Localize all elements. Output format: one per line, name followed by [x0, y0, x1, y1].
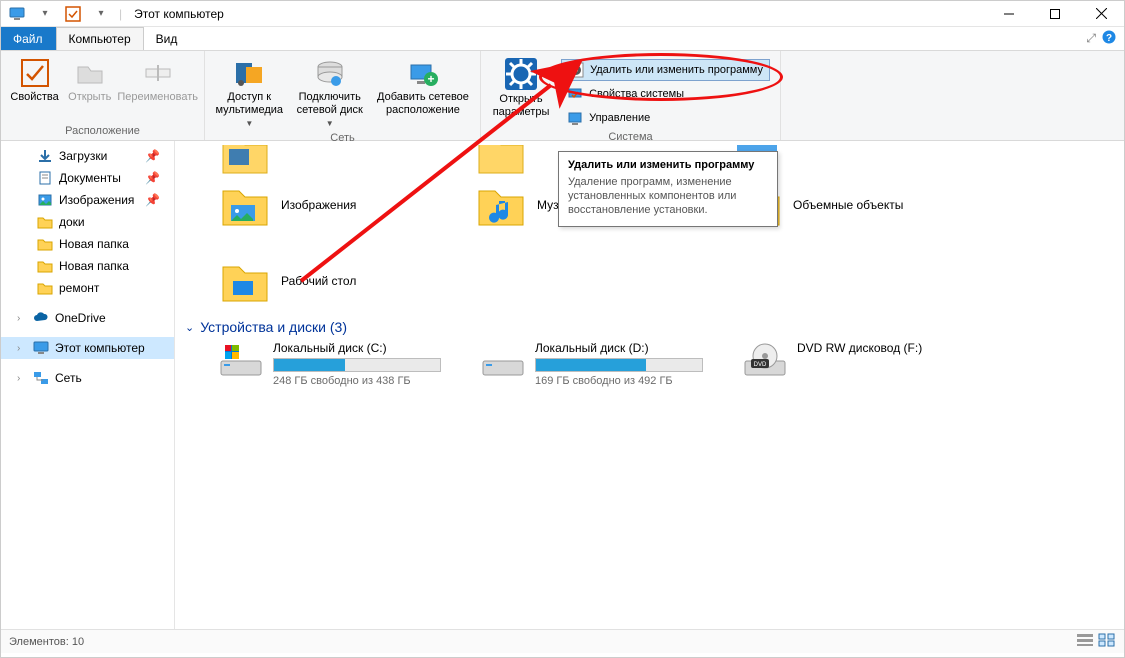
manage-button[interactable]: Управление [561, 107, 770, 129]
ribbon-tabs: Файл Компьютер Вид ⤢ ? [1, 27, 1124, 51]
nav-network[interactable]: › Сеть [1, 367, 174, 389]
nav-pictures[interactable]: Изображения 📌 [1, 189, 174, 211]
folder-pictures-label: Изображения [281, 198, 356, 212]
nav-pictures-label: Изображения [59, 193, 134, 207]
separator: | [119, 7, 122, 21]
qat-dropdown-2[interactable]: ▾ [89, 3, 113, 25]
nav-documents[interactable]: Документы 📌 [1, 167, 174, 189]
nav-doki-label: доки [59, 215, 85, 229]
add-net-location-label: Добавить сетевое расположение [377, 91, 469, 117]
titlebar: ▾ ▾ | Этот компьютер [1, 1, 1124, 27]
nav-new-folder-1[interactable]: Новая папка [1, 233, 174, 255]
drive-d-usage-bar [535, 358, 703, 372]
window-title: Этот компьютер [134, 7, 224, 21]
open-label: Открыть [68, 91, 111, 104]
pin-icon: 📌 [145, 149, 160, 163]
open-button: Открыть [62, 55, 117, 104]
nav-this-pc-label: Этот компьютер [55, 341, 145, 355]
section-devices-label: Устройства и диски (3) [200, 319, 347, 335]
add-network-location-button[interactable]: + Добавить сетевое расположение [372, 55, 474, 117]
qat-dropdown[interactable]: ▾ [33, 3, 57, 25]
details-view-icon[interactable] [1076, 633, 1094, 650]
nav-doki[interactable]: доки [1, 211, 174, 233]
nav-this-pc[interactable]: › Этот компьютер [1, 337, 174, 359]
pin-icon: 📌 [145, 171, 160, 185]
folder-desktop-label: Рабочий стол [281, 274, 356, 288]
chevron-right-icon: › [17, 343, 27, 354]
nav-new-folder-2[interactable]: Новая папка [1, 255, 174, 277]
manage-label: Управление [589, 112, 650, 124]
map-drive-button[interactable]: Подключить сетевой диск ▼ [288, 55, 372, 130]
rename-button: Переименовать [117, 55, 198, 104]
drive-d[interactable]: Локальный диск (D:) 169 ГБ свободно из 4… [481, 341, 717, 387]
nav-new-folder-1-label: Новая папка [59, 237, 129, 251]
minimize-ribbon-icon[interactable]: ⤢ [1086, 31, 1096, 46]
rename-label: Переименовать [117, 91, 198, 104]
qat-properties-icon[interactable] [61, 3, 85, 25]
tooltip-body: Удаление программ, изменение установленн… [568, 175, 768, 217]
status-item-count: Элементов: 10 [9, 636, 84, 648]
section-devices-drives[interactable]: ⌄ Устройства и диски (3) [185, 319, 1114, 335]
nav-remont-label: ремонт [59, 281, 99, 295]
drive-c-usage-bar [273, 358, 441, 372]
svg-text:+: + [427, 72, 434, 86]
folder-pictures[interactable]: Изображения [219, 179, 449, 231]
drive-d-subtext: 169 ГБ свободно из 492 ГБ [535, 375, 703, 387]
folder-item[interactable] [219, 145, 449, 179]
open-settings-button[interactable]: Открыть параметры [487, 55, 555, 119]
properties-label: Свойства [10, 91, 58, 104]
nav-onedrive-label: OneDrive [55, 311, 106, 325]
uninstall-program-button[interactable]: Удалить или изменить программу [561, 59, 770, 81]
drive-d-label: Локальный диск (D:) [535, 341, 703, 355]
nav-documents-label: Документы [59, 171, 121, 185]
chevron-right-icon: › [17, 313, 27, 324]
media-access-button[interactable]: Доступ к мультимедиа ▼ [211, 55, 288, 130]
drive-dvd[interactable]: DVD DVD RW дисковод (F:) [743, 341, 979, 381]
ribbon: Свойства Открыть Переименовать Расположе… [1, 51, 1124, 141]
tab-file[interactable]: Файл [1, 27, 56, 50]
this-pc-icon [5, 3, 29, 25]
properties-button[interactable]: Свойства [7, 55, 62, 104]
maximize-button[interactable] [1032, 1, 1078, 27]
map-drive-label: Подключить сетевой диск [297, 91, 363, 117]
navigation-pane[interactable]: Загрузки 📌 Документы 📌 Изображения 📌 доки Н… [1, 141, 175, 629]
tooltip-uninstall: Удалить или изменить программу Удаление … [558, 151, 778, 227]
system-properties-label: Свойства системы [589, 88, 684, 100]
drive-c[interactable]: Локальный диск (C:) 248 ГБ свободно из 4… [219, 341, 455, 387]
help-icon[interactable]: ? [1102, 30, 1116, 47]
minimize-button[interactable] [986, 1, 1032, 27]
folder-desktop[interactable]: Рабочий стол [219, 255, 449, 307]
folder-3d-objects-label: Объемные объекты [793, 198, 903, 212]
drive-c-subtext: 248 ГБ свободно из 438 ГБ [273, 375, 441, 387]
pin-icon: 📌 [145, 193, 160, 207]
nav-downloads-label: Загрузки [59, 149, 107, 163]
tab-computer[interactable]: Компьютер [56, 27, 144, 50]
close-button[interactable] [1078, 1, 1124, 27]
svg-text:?: ? [1106, 33, 1112, 44]
tab-view[interactable]: Вид [144, 27, 191, 50]
status-bar: Элементов: 10 [1, 629, 1124, 653]
system-properties-button[interactable]: Свойства системы [561, 83, 770, 105]
nav-new-folder-2-label: Новая папка [59, 259, 129, 273]
tiles-view-icon[interactable] [1098, 633, 1116, 650]
open-settings-label: Открыть параметры [493, 93, 550, 119]
group-location-label: Расположение [1, 123, 204, 140]
tooltip-title: Удалить или изменить программу [568, 159, 768, 171]
nav-downloads[interactable]: Загрузки 📌 [1, 145, 174, 167]
nav-network-label: Сеть [55, 371, 82, 385]
drive-dvd-label: DVD RW дисковод (F:) [797, 341, 922, 355]
chevron-right-icon: › [17, 373, 27, 384]
media-access-label: Доступ к мультимедиа [216, 91, 284, 117]
svg-text:DVD: DVD [754, 362, 767, 368]
uninstall-label: Удалить или изменить программу [590, 64, 763, 76]
chevron-down-icon: ⌄ [185, 321, 194, 334]
nav-remont[interactable]: ремонт [1, 277, 174, 299]
drive-c-label: Локальный диск (C:) [273, 341, 441, 355]
nav-onedrive[interactable]: › OneDrive [1, 307, 174, 329]
